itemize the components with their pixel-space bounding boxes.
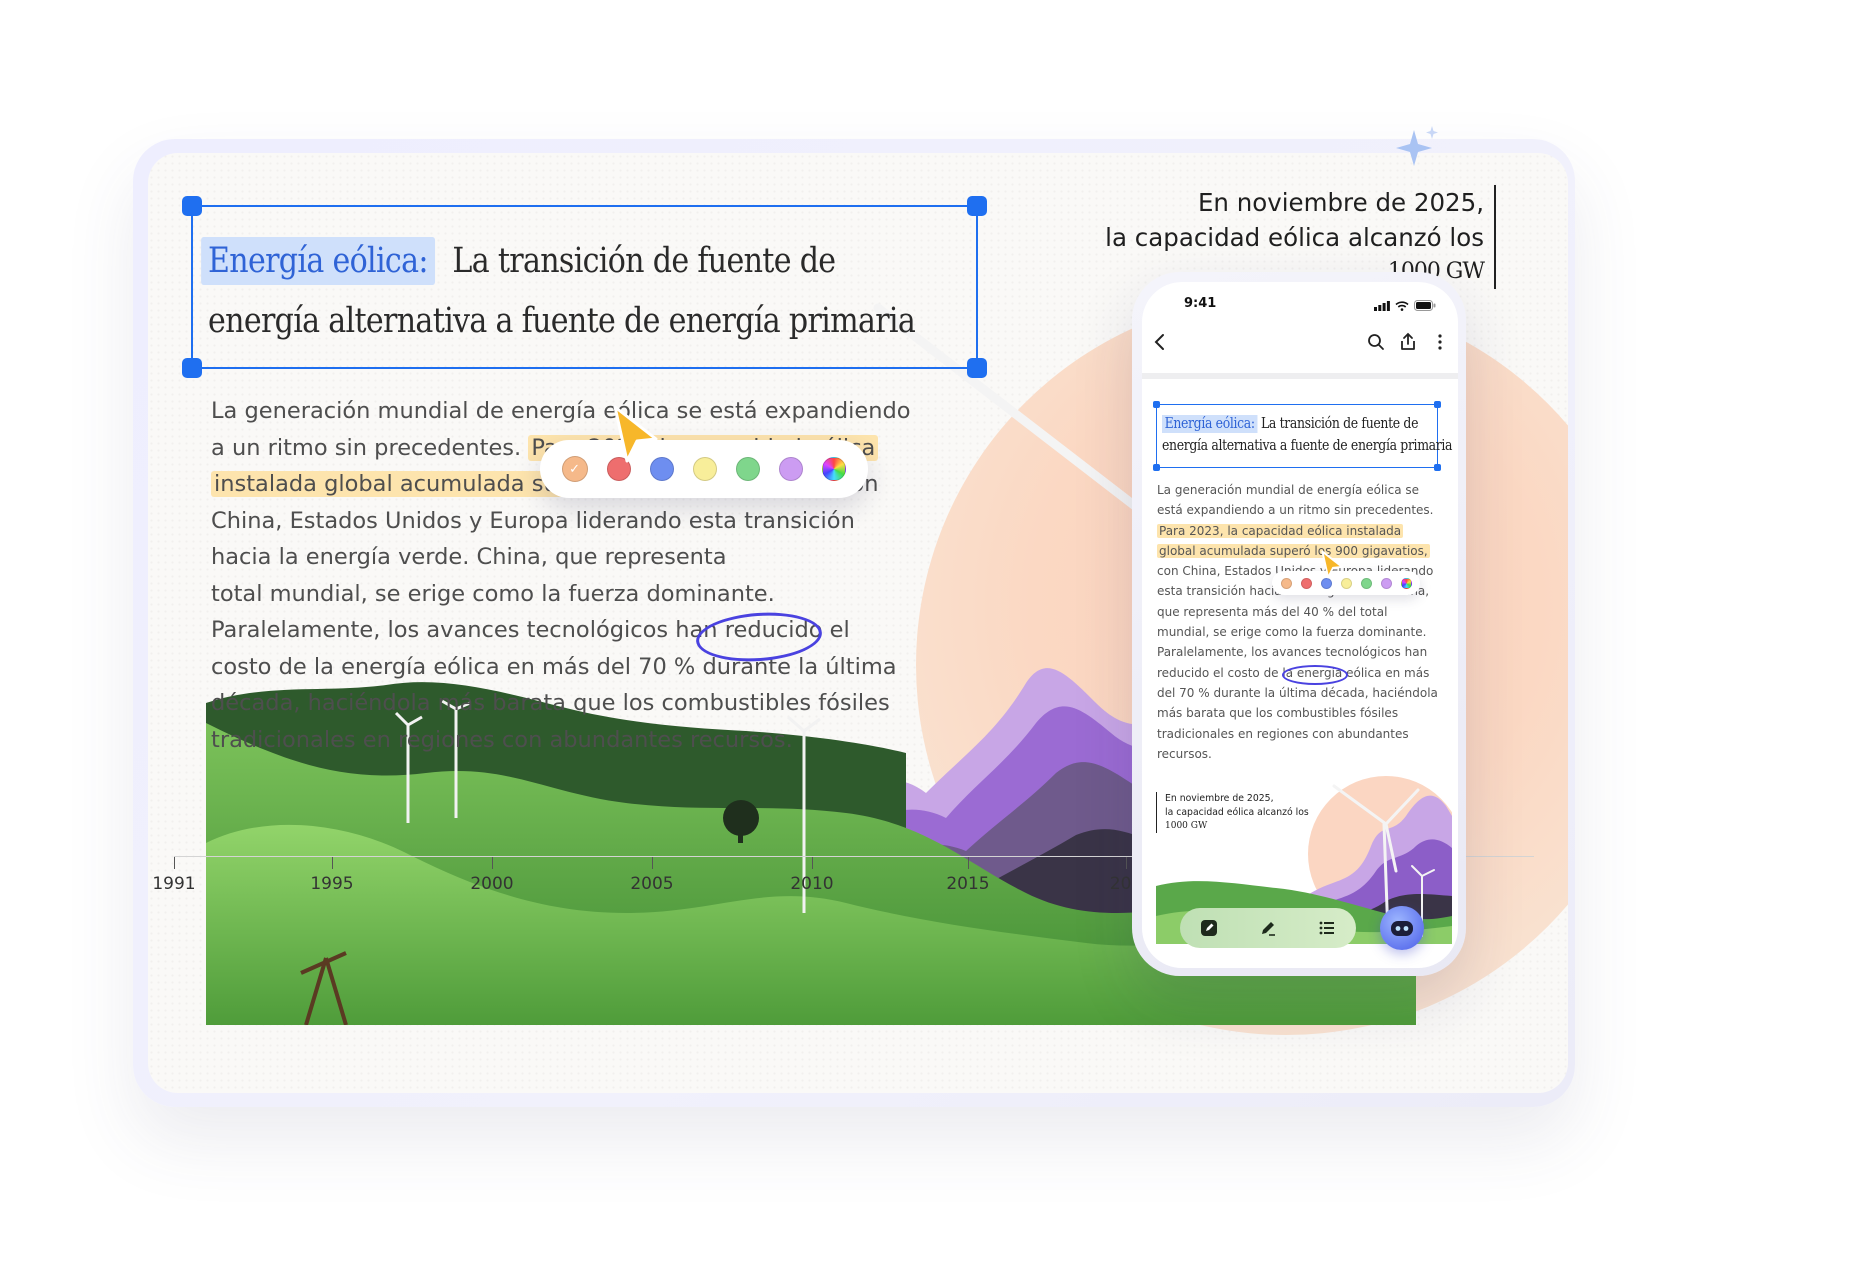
status-bar: 9:41 [1142,296,1458,318]
body-line: tradicionales en regiones con abundantes [1157,726,1409,741]
highlighter-icon [1261,922,1275,936]
resize-handle-bottom-right[interactable] [1434,464,1441,471]
body-line: global acumulada superó los 900 gigavati… [1157,541,1452,561]
body-line: costo de la energía eólica en más del 70… [211,653,897,680]
note-icon [1201,920,1218,936]
highlight-color-palette: ✓ [540,440,868,498]
phone-bottom-toolbar [1180,908,1356,948]
resize-handle-top-left[interactable] [1153,401,1160,408]
document-title: Energía eólica: La transición de fuente … [201,231,916,351]
pointer-cursor-icon [1321,550,1344,579]
ink-circle-annotation[interactable] [1282,665,1348,685]
color-swatch-purple[interactable] [1380,577,1392,589]
resize-handle-top-right[interactable] [1434,401,1441,408]
title-highlight: Energía eólica: [201,237,435,285]
body-line: más barata que los combustibles fósiles [1157,706,1399,721]
body-line: década, haciéndola más barata que los co… [211,690,890,716]
wifi-icon [1395,300,1409,311]
checkmark-icon: ✓ [569,461,581,477]
pointer-cursor-icon [613,405,658,463]
nav-divider [1142,373,1458,379]
body-line: recursos. [1157,746,1212,761]
phone-nav-bar [1142,326,1458,358]
phone-highlight-color-palette [1272,571,1420,595]
list-button[interactable] [1316,917,1338,939]
phone-screen: 9:41 Energía eólica: La transición de fu… [1142,282,1458,968]
color-swatch-purple[interactable] [779,457,804,481]
color-swatch-red[interactable] [1300,577,1312,589]
marketing-stage: Energía eólica: La transición de fuente … [0,0,1852,1268]
note-button[interactable] [1198,917,1220,939]
phone-document-title: Energía eólica: La transición de fuente … [1162,415,1453,454]
resize-handle-bottom-right[interactable] [967,358,987,378]
body-line: hacia la energía verde. China, que repre… [211,544,727,570]
phone-document-body: La generación mundial de energía eólica … [1157,480,1452,764]
highlight-yellow[interactable]: global acumulada superó los 900 gigavati… [1157,543,1430,558]
highlight-yellow[interactable]: Para 2023, la capacidad eólica instalada [1157,523,1404,538]
body-line: que representa más del 40 % del total [1157,604,1388,619]
signal-icon [1374,300,1390,311]
share-icon[interactable] [1398,332,1418,352]
battery-icon [1414,300,1436,311]
ai-assistant-button[interactable] [1380,906,1424,950]
color-swatch-green[interactable] [1360,577,1372,589]
color-swatch-orange[interactable] [1280,577,1292,589]
body-line: tradicionales en regiones con abundantes… [211,726,793,753]
body-line: mundial, se erige como la fuerza dominan… [1157,625,1427,640]
status-time: 9:41 [1184,296,1217,311]
body-line: La generación mundial de energía eólica … [1157,483,1419,497]
body-line: total mundial, se erige como la fuerza d… [211,580,775,607]
body-line: Paralelamente, los avances tecnológicos … [1157,645,1428,660]
resize-handle-bottom-left[interactable] [182,358,202,378]
sparkle-icon [1396,126,1438,166]
color-swatch-yellow[interactable] [692,457,717,481]
body-line: La generación mundial de energía eólica … [211,398,911,424]
search-icon[interactable] [1366,332,1386,352]
color-swatch-custom[interactable] [822,457,847,481]
resize-handle-top-left[interactable] [182,196,202,216]
color-swatch-custom[interactable] [1400,577,1412,589]
body-line: China, Estados Unidos y Europa liderando… [211,507,855,534]
color-swatch-orange[interactable]: ✓ [561,456,588,482]
resize-handle-bottom-left[interactable] [1153,464,1160,471]
title-highlight: Energía eólica: [1162,415,1258,433]
phone-capacity-callout: En noviembre de 2025, la capacidad eólic… [1156,792,1309,833]
robot-icon [1391,921,1413,936]
highlighter-button[interactable] [1257,917,1279,939]
list-icon [1319,921,1334,935]
resize-handle-top-right[interactable] [967,196,987,216]
title-line2: energía alternativa a fuente de energía … [208,301,916,341]
color-swatch-green[interactable] [736,457,761,481]
title-line1: La transición de fuente de [452,241,836,281]
body-line: está expandiendo a un ritmo sin preceden… [1157,503,1434,518]
back-icon[interactable] [1150,332,1170,352]
more-icon[interactable] [1430,332,1450,352]
body-line: Para 2023, la capacidad eólica instalada [1157,521,1452,541]
body-line: del 70 % durante la última década, hacié… [1157,685,1438,700]
